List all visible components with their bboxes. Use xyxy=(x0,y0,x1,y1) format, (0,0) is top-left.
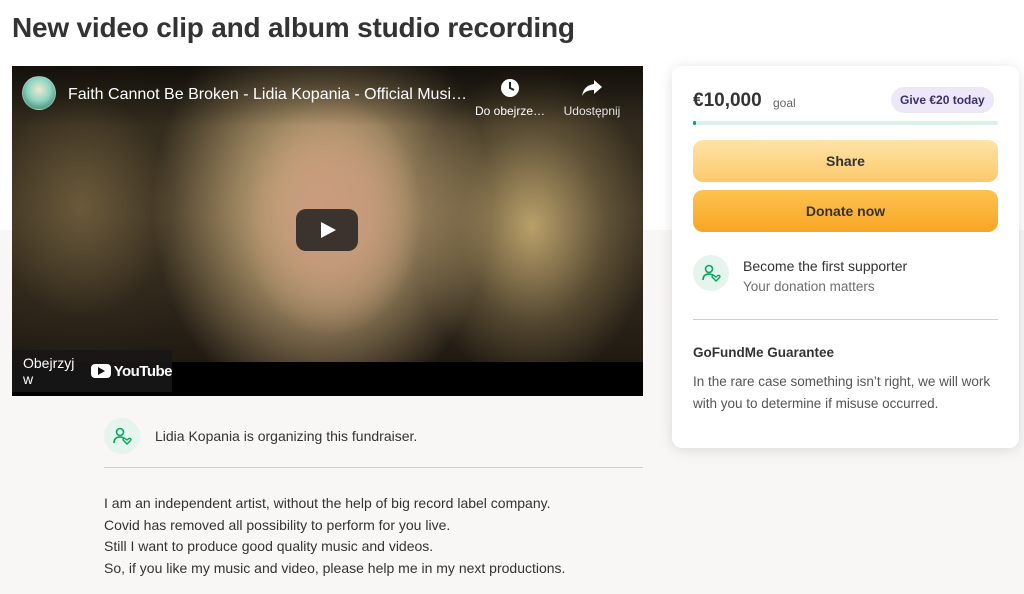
play-button[interactable] xyxy=(296,209,358,251)
video-title[interactable]: Faith Cannot Be Broken - Lidia Kopania -… xyxy=(68,86,468,104)
video-share-button[interactable]: Udostępnij xyxy=(552,78,632,118)
user-heart-icon xyxy=(113,427,132,445)
play-icon xyxy=(321,222,336,238)
watch-on-youtube-button[interactable]: Obejrzyj w YouTube xyxy=(12,350,173,392)
give-today-badge[interactable]: Give €20 today xyxy=(891,87,994,113)
supporter-subtitle: Your donation matters xyxy=(743,279,875,294)
story-line: Still I want to produce good quality mus… xyxy=(104,538,434,554)
share-arrow-icon xyxy=(552,78,632,100)
video-share-label: Udostępnij xyxy=(563,104,621,118)
watch-later-label: Do obejrze… xyxy=(474,104,546,118)
guarantee-text: In the rare case something isn’t right, … xyxy=(693,374,991,411)
channel-avatar[interactable] xyxy=(22,76,56,110)
story-text: I am an independent artist, without the … xyxy=(104,493,565,579)
page-title: New video clip and album studio recordin… xyxy=(12,12,575,43)
divider xyxy=(693,319,998,320)
goal-label: goal xyxy=(773,96,796,110)
clock-icon xyxy=(470,78,550,100)
divider xyxy=(104,467,643,468)
goal-amount: €10,000 xyxy=(693,90,762,111)
supporter-title: Become the first supporter xyxy=(743,258,908,274)
watch-on-label: Obejrzyj w xyxy=(23,355,75,387)
supporter-icon xyxy=(693,255,729,291)
share-button[interactable]: Share xyxy=(693,140,998,182)
progress-bar xyxy=(693,121,998,125)
donate-card: €10,000 goal Give €20 today Share Donate… xyxy=(672,66,1019,448)
youtube-video-embed[interactable]: Faith Cannot Be Broken - Lidia Kopania -… xyxy=(12,66,643,396)
user-heart-icon xyxy=(702,264,721,282)
watch-later-button[interactable]: Do obejrze… xyxy=(470,78,550,118)
story-line: So, if you like my music and video, plea… xyxy=(104,559,566,576)
donate-now-button[interactable]: Donate now xyxy=(693,190,998,232)
guarantee-title: GoFundMe Guarantee xyxy=(693,345,835,360)
story-line: I am an independent artist, without the … xyxy=(104,495,551,511)
organizer-icon xyxy=(104,418,140,454)
youtube-logo: YouTube xyxy=(90,362,173,380)
youtube-wordmark: YouTube xyxy=(113,362,173,380)
progress-bar-fill xyxy=(693,121,697,125)
organizer-text: Lidia Kopania is organizing this fundrai… xyxy=(155,428,418,444)
story-line: Covid has removed all possibility to per… xyxy=(104,516,451,533)
youtube-play-icon xyxy=(90,364,111,378)
